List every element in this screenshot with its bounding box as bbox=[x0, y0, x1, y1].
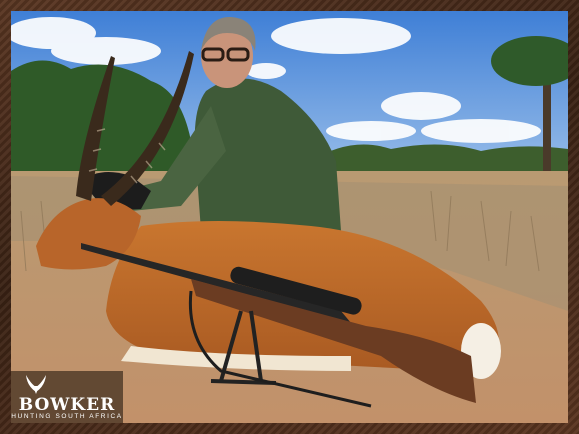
hunting-photo bbox=[11, 11, 568, 423]
bowker-logo: BOWKER HUNTING SOUTH AFRICA bbox=[11, 371, 123, 423]
antelope-horns-icon bbox=[26, 375, 46, 394]
logo-brand: BOWKER bbox=[18, 395, 116, 415]
logo-tagline: HUNTING SOUTH AFRICA bbox=[11, 413, 123, 420]
